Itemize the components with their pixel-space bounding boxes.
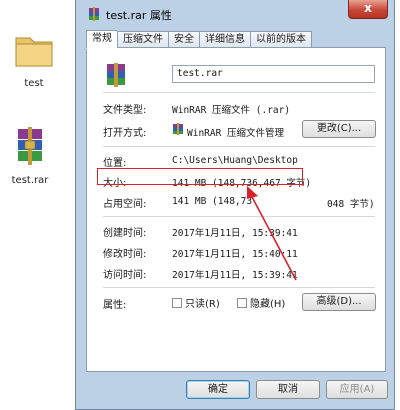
created-label: 创建时间: xyxy=(103,228,147,239)
file-type-value: WinRAR 压缩文件 (.rar) xyxy=(172,105,291,116)
attributes-label: 属性: xyxy=(103,300,127,311)
modified-label: 修改时间: xyxy=(103,249,147,260)
file-name-field[interactable]: test.rar xyxy=(172,65,375,83)
winrar-archive-icon xyxy=(18,127,42,165)
divider xyxy=(103,216,375,217)
tab-security[interactable]: 安全 xyxy=(168,31,199,48)
tab-general[interactable]: 常规 xyxy=(86,30,117,49)
accessed-value: 2017年1月11日, 15:39:41 xyxy=(172,270,298,281)
desktop-file-test-rar[interactable]: test.rar xyxy=(2,125,58,186)
accessed-label: 访问时间: xyxy=(103,270,147,281)
modified-value: 2017年1月11日, 15:40:11 xyxy=(172,249,298,260)
checkbox-box[interactable] xyxy=(172,297,182,308)
size-on-disk-value: 141 MB (148,73 xyxy=(172,196,253,207)
desktop-file-label: test.rar xyxy=(11,175,49,186)
desktop-folder-label: test xyxy=(24,78,44,89)
divider xyxy=(103,92,375,93)
location-value: C:\Users\Huang\Desktop xyxy=(172,155,298,166)
close-button[interactable]: x xyxy=(348,0,388,19)
properties-dialog: test.rar 属性 x 常规 压缩文件 安全 详细信息 以前的版本 test… xyxy=(75,0,395,410)
tab-archive[interactable]: 压缩文件 xyxy=(117,31,168,48)
created-value: 2017年1月11日, 15:39:41 xyxy=(172,228,298,239)
change-button[interactable]: 更改(C)... xyxy=(302,120,376,138)
folder-icon xyxy=(15,37,53,67)
advanced-button[interactable]: 高级(D)... xyxy=(302,293,376,311)
readonly-label: 只读(R) xyxy=(185,299,220,310)
readonly-checkbox[interactable]: 只读(R) xyxy=(172,295,220,310)
winrar-archive-icon xyxy=(107,63,125,87)
cancel-button[interactable]: 取消 xyxy=(256,380,320,399)
hidden-checkbox[interactable]: 隐藏(H) xyxy=(237,295,285,310)
file-type-label: 文件类型: xyxy=(103,105,147,116)
hidden-label: 隐藏(H) xyxy=(250,299,286,310)
title-bar[interactable]: test.rar 属性 x xyxy=(76,0,394,28)
open-with-label: 打开方式: xyxy=(103,128,147,139)
desktop-folder-test[interactable]: test xyxy=(6,28,62,89)
window-title: test.rar 属性 xyxy=(106,9,172,22)
general-tab-panel: test.rar 文件类型: WinRAR 压缩文件 (.rar) 打开方式: … xyxy=(86,47,386,372)
apply-button[interactable]: 应用(A) xyxy=(326,380,388,399)
close-icon: x xyxy=(364,1,372,15)
size-on-disk-label: 占用空间: xyxy=(103,199,147,210)
divider xyxy=(103,146,375,147)
tab-previous-versions[interactable]: 以前的版本 xyxy=(250,31,312,48)
checkbox-box[interactable] xyxy=(237,297,247,308)
tab-details[interactable]: 详细信息 xyxy=(199,31,250,48)
divider xyxy=(103,287,375,288)
location-label: 位置: xyxy=(103,158,127,169)
ok-button[interactable]: 确定 xyxy=(186,380,250,399)
tab-strip: 常规 压缩文件 安全 详细信息 以前的版本 xyxy=(86,30,312,49)
open-with-value: WinRAR 压缩文件管理 xyxy=(187,128,285,139)
size-highlight-box xyxy=(97,168,303,185)
winrar-archive-icon xyxy=(89,7,99,21)
size-on-disk-tail: 048 字节) xyxy=(327,199,375,210)
winrar-app-icon xyxy=(173,123,183,135)
